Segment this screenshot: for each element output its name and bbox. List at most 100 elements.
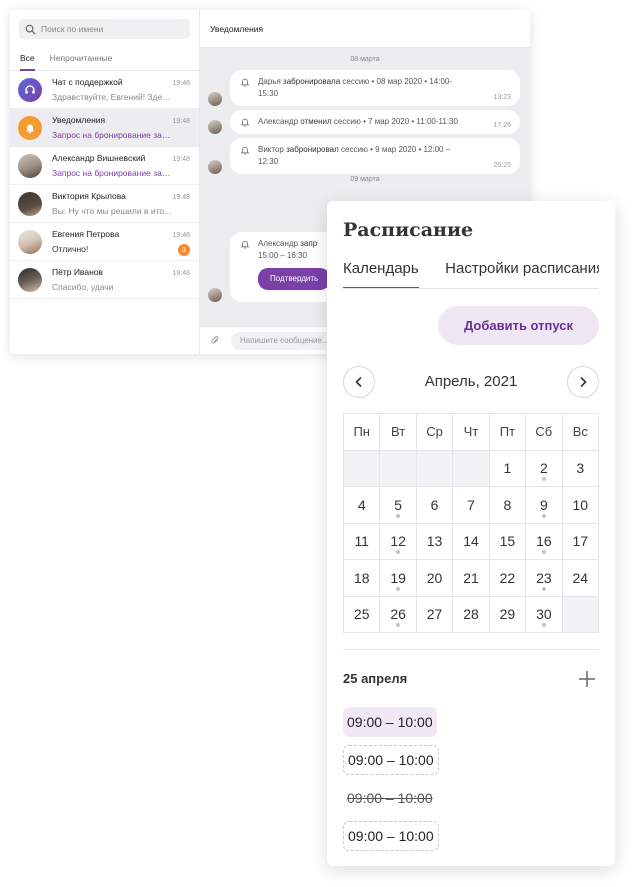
calendar-day[interactable]: 15 — [489, 523, 527, 560]
calendar-day[interactable]: 16 — [526, 523, 563, 560]
day-number: 24 — [572, 569, 589, 586]
calendar-empty-cell — [562, 596, 599, 633]
chat-item-krylova[interactable]: Виктория Крылова Вы: Ну что мы решили в … — [10, 185, 199, 223]
day-number: 20 — [426, 569, 443, 586]
chat-preview: Здравствуйте, Евгений! Здесь в... — [52, 92, 172, 102]
message-time: 13:23 — [493, 94, 511, 101]
chat-item-vishnevsky[interactable]: Александр Вишневский Запрос на бронирова… — [10, 147, 199, 185]
chat-time: 19:48 — [172, 194, 190, 201]
calendar-day[interactable]: 11 — [344, 523, 381, 560]
add-vacation-button[interactable]: Добавить отпуск — [438, 306, 599, 345]
chat-item-support[interactable]: Чат с поддержкой Здравствуйте, Евгений! … — [10, 71, 199, 109]
calendar-day[interactable]: 23 — [526, 560, 563, 597]
calendar-day[interactable]: 12 — [380, 523, 417, 560]
calendar-day[interactable]: 29 — [489, 596, 527, 633]
prev-month-button[interactable] — [343, 366, 375, 398]
calendar-day[interactable]: 20 — [416, 560, 454, 597]
message-text: Александр запр 15:00 – 16:30 Подтвердить — [258, 238, 331, 296]
bell-icon — [240, 146, 250, 155]
day-number: 21 — [463, 569, 479, 586]
weekday-header: Пт — [489, 414, 527, 451]
schedule-panel: Расписание Календарь Настройки расписани… — [327, 201, 615, 866]
chat-body: Пётр Иванов Спасибо, удачи — [52, 267, 191, 292]
calendar-day[interactable]: 21 — [453, 560, 490, 597]
bell-icon — [240, 240, 250, 249]
tab-schedule-settings[interactable]: Настройки расписания — [445, 258, 599, 288]
calendar-day[interactable]: 22 — [489, 560, 527, 597]
message-bubble: Виктор забронировал сессию • 9 мар 2020 … — [230, 138, 520, 174]
calendar-day[interactable]: 24 — [562, 560, 599, 597]
time-slot-cancelled[interactable]: 09:00 – 10:00 — [343, 783, 437, 813]
chat-item-notifications[interactable]: Уведомления Запрос на бронирование запр.… — [10, 109, 199, 147]
day-number: 25 — [353, 606, 370, 623]
chevron-right-icon — [580, 376, 587, 388]
calendar-day[interactable]: 30 — [526, 596, 563, 633]
chat-item-ivanov[interactable]: Пётр Иванов Спасибо, удачи 19:48 — [10, 261, 199, 299]
calendar-day[interactable]: 7 — [453, 487, 490, 524]
day-number: 8 — [503, 496, 512, 513]
day-number: 13 — [426, 533, 443, 550]
avatar — [208, 92, 222, 106]
next-month-button[interactable] — [567, 366, 599, 398]
confirm-button[interactable]: Подтвердить — [258, 268, 331, 290]
tab-all[interactable]: Все — [20, 49, 35, 71]
chat-time: 19:48 — [172, 80, 190, 87]
chat-time: 19:48 — [172, 156, 190, 163]
calendar-day[interactable]: 28 — [453, 596, 490, 633]
event-dot — [541, 586, 546, 591]
time-slot-booked[interactable]: 09:00 – 10:00 — [343, 707, 437, 737]
calendar-day[interactable]: 3 — [562, 450, 599, 487]
tab-calendar[interactable]: Календарь — [343, 258, 419, 288]
chat-body: Чат с поддержкой Здравствуйте, Евгений! … — [52, 77, 191, 102]
calendar-day[interactable]: 13 — [416, 523, 454, 560]
event-dot — [541, 477, 546, 481]
calendar-day[interactable]: 8 — [489, 487, 527, 524]
tab-unread[interactable]: Непрочитанные — [50, 49, 113, 70]
support-icon — [18, 77, 42, 102]
day-number: 9 — [539, 496, 548, 513]
search-input[interactable] — [41, 24, 181, 34]
search-box[interactable] — [19, 19, 190, 39]
avatar — [208, 120, 222, 134]
calendar-day[interactable]: 6 — [416, 487, 454, 524]
message-time: 20:25 — [493, 162, 511, 169]
bell-icon — [18, 115, 42, 140]
day-number: 18 — [353, 569, 370, 586]
month-label: Апрель, 2021 — [424, 373, 518, 390]
calendar-day[interactable]: 9 — [526, 487, 563, 524]
avatar — [18, 229, 42, 254]
calendar-day[interactable]: 1 — [489, 450, 527, 487]
calendar-empty-cell — [344, 450, 381, 487]
chat-body: Евгения Петрова Отлично! — [52, 229, 191, 254]
time-slot-free[interactable]: 09:00 – 10:00 — [343, 821, 439, 851]
avatar — [208, 160, 222, 174]
day-number: 17 — [572, 533, 589, 550]
calendar-day[interactable]: 25 — [344, 596, 381, 633]
day-number: 2 — [539, 460, 548, 477]
paperclip-icon[interactable] — [210, 335, 221, 346]
search-icon — [25, 24, 36, 35]
time-slot-free[interactable]: 09:00 – 10:00 — [343, 745, 439, 775]
chat-name: Уведомления — [52, 115, 106, 125]
weekday-header: Вс — [562, 414, 599, 451]
calendar-day[interactable]: 27 — [416, 596, 454, 633]
calendar-day[interactable]: 10 — [562, 487, 599, 524]
day-number: 16 — [536, 533, 552, 550]
plus-icon[interactable] — [578, 670, 596, 688]
calendar-day[interactable]: 26 — [380, 596, 417, 633]
calendar-day[interactable]: 5 — [380, 487, 417, 524]
day-number: 23 — [536, 569, 552, 586]
calendar-day[interactable]: 2 — [526, 450, 563, 487]
event-dot — [541, 513, 546, 518]
calendar-day[interactable]: 17 — [562, 523, 599, 560]
calendar-empty-cell — [380, 450, 417, 487]
notification-message: Дарья забронировала сессию • 08 мар 2020… — [208, 70, 520, 106]
day-number: 6 — [430, 496, 439, 513]
calendar-day[interactable]: 4 — [344, 487, 381, 524]
chat-item-petrova[interactable]: Евгения Петрова Отлично! 19:48 3 — [10, 223, 199, 261]
chat-time: 19:48 — [172, 118, 190, 125]
calendar-day[interactable]: 19 — [380, 560, 417, 597]
avatar — [18, 191, 42, 216]
calendar-day[interactable]: 14 — [453, 523, 490, 560]
calendar-day[interactable]: 18 — [344, 560, 381, 597]
